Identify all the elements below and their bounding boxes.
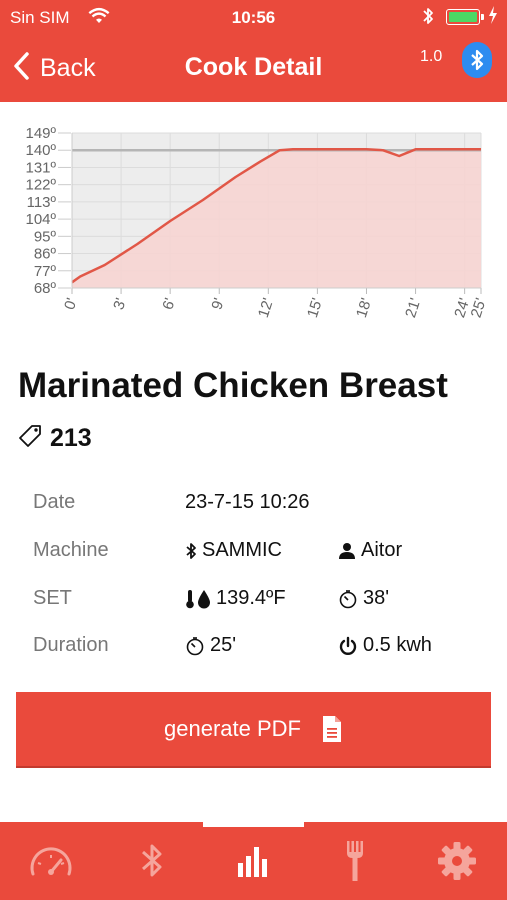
cook-id: 213	[50, 424, 92, 452]
status-bar: Sin SIM 10:56	[0, 0, 507, 34]
bluetooth-button[interactable]	[462, 42, 492, 78]
x-tick-label: 6'	[159, 296, 179, 312]
gauge-icon	[30, 847, 71, 876]
bluetooth-icon	[471, 49, 484, 71]
y-tick-label: 77º	[34, 263, 57, 280]
x-tick-label: 15'	[304, 296, 326, 320]
power-icon	[339, 636, 357, 655]
duration-text: 25'	[210, 634, 237, 656]
generate-pdf-label: generate PDF	[164, 716, 301, 741]
tab-statistics[interactable]	[203, 822, 304, 900]
energy-value: 0.5 kwh	[338, 634, 432, 657]
machine-value: SAMMIC	[185, 539, 282, 562]
x-tick-label: 21'	[402, 296, 424, 320]
tab-recipes[interactable]	[304, 822, 405, 900]
set-label: SET	[33, 587, 72, 609]
y-tick-label: 122º	[25, 177, 56, 194]
cook-id-row: 213	[18, 424, 92, 453]
x-tick-label: 18'	[353, 296, 375, 320]
date-text: 23-7-15 10:26	[185, 491, 310, 513]
bluetooth-icon	[186, 542, 196, 559]
drop-icon	[198, 589, 210, 608]
timer-icon	[186, 636, 204, 655]
machine-text: SAMMIC	[202, 539, 282, 561]
user-value: Aitor	[338, 539, 402, 562]
bluetooth-icon	[141, 844, 161, 877]
gear-icon	[437, 842, 476, 880]
date-label: Date	[33, 491, 76, 513]
y-tick-label: 95º	[34, 228, 57, 245]
y-tick-label: 149º	[25, 125, 56, 142]
duration-value: 25'	[185, 634, 236, 657]
tab-bluetooth[interactable]	[101, 822, 202, 900]
set-time-value: 38'	[338, 587, 389, 610]
y-tick-label: 113º	[27, 194, 57, 211]
duration-label: Duration	[33, 634, 109, 656]
date-value: 23-7-15 10:26	[185, 491, 310, 514]
y-tick-label: 140º	[25, 142, 56, 159]
set-time-text: 38'	[363, 587, 390, 609]
battery-icon	[446, 9, 484, 25]
y-tick-label: 131º	[25, 159, 56, 176]
document-icon	[322, 716, 341, 742]
y-tick-label: 104º	[25, 211, 56, 228]
user-text: Aitor	[361, 539, 403, 561]
timer-icon	[339, 589, 357, 608]
set-temperature-text: 139.4ºF	[216, 587, 286, 609]
x-tick-label: 3'	[110, 296, 130, 312]
machine-label: Machine	[33, 539, 109, 561]
energy-text: 0.5 kwh	[363, 634, 432, 656]
x-tick-label: 25'	[468, 296, 490, 320]
x-tick-label: 0'	[61, 296, 81, 312]
x-tick-label: 12'	[255, 296, 277, 320]
set-temperature-value: 139.4ºF	[185, 587, 286, 610]
generate-pdf-button[interactable]: generate PDF	[16, 692, 491, 768]
y-tick-label: 86º	[34, 246, 57, 263]
temperature-chart: 149º140º131º122º113º104º95º86º77º68º0' 3'…	[25, 125, 490, 320]
x-tick-label: 9'	[208, 296, 228, 312]
tag-icon	[18, 424, 42, 453]
y-tick-label: 68º	[34, 280, 57, 297]
cook-title: Marinated Chicken Breast	[18, 366, 448, 405]
navigation-bar: Back Cook Detail 1.0	[0, 34, 507, 102]
user-icon	[339, 542, 355, 559]
tab-dashboard[interactable]	[0, 822, 101, 900]
tab-settings[interactable]	[406, 822, 507, 900]
version-label: 1.0	[420, 48, 443, 65]
charging-icon	[488, 6, 498, 29]
bar-chart-icon	[237, 847, 267, 877]
fork-icon	[346, 841, 363, 881]
thermometer-icon	[186, 589, 194, 608]
bluetooth-status-icon	[422, 6, 434, 31]
